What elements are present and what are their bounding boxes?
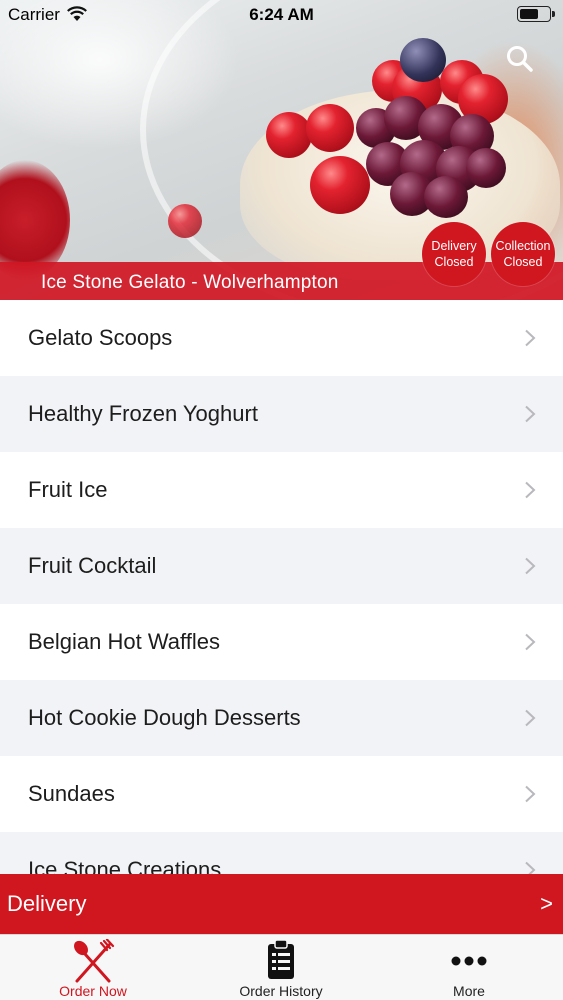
- chevron-right-icon: [525, 329, 536, 347]
- chevron-right-icon: [525, 557, 536, 575]
- tab-order-history[interactable]: Order History: [211, 935, 351, 1000]
- menu-item-label: Fruit Ice: [28, 477, 108, 502]
- menu-item-ice-stone-creations[interactable]: Ice Stone Creations: [0, 832, 563, 874]
- clipboard-list-icon: [268, 939, 294, 979]
- tab-order-now-label: Order Now: [59, 983, 127, 999]
- delivery-mode-bar[interactable]: Delivery >: [0, 874, 563, 934]
- store-name: Ice Stone Gelato - Wolverhampton: [41, 272, 339, 293]
- menu-item-label: Belgian Hot Waffles: [28, 629, 220, 654]
- menu-item-belgian-hot-waffles[interactable]: Belgian Hot Waffles: [0, 604, 563, 680]
- menu-item-label: Sundaes: [28, 781, 115, 806]
- menu-item-label: Fruit Cocktail: [28, 553, 157, 578]
- status-bar: Carrier 6:24 AM: [0, 0, 563, 30]
- delivery-badge-line2: Closed: [434, 255, 474, 269]
- delivery-badge-line1: Delivery: [431, 239, 477, 253]
- delivery-arrow: >: [540, 891, 553, 916]
- menu-item-label: Ice Stone Creations: [28, 857, 222, 874]
- tab-bar: Order Now Order History More: [0, 934, 563, 1000]
- delivery-mode-label: Delivery: [7, 891, 87, 916]
- tab-order-history-label: Order History: [239, 983, 323, 999]
- chevron-right-icon: [525, 405, 536, 423]
- tab-order-now[interactable]: Order Now: [23, 935, 163, 1000]
- fork-knife-icon: [74, 939, 115, 983]
- menu-item-healthy-frozen-yoghurt[interactable]: Healthy Frozen Yoghurt: [0, 376, 563, 452]
- chevron-right-icon: [525, 481, 536, 499]
- chevron-right-icon: [525, 633, 536, 651]
- status-time: 6:24 AM: [249, 5, 314, 24]
- collection-badge-line1: Collection: [495, 239, 551, 253]
- menu-item-fruit-ice[interactable]: Fruit Ice: [0, 452, 563, 528]
- chevron-right-icon: [525, 709, 536, 727]
- battery-icon: [517, 6, 555, 22]
- collection-badge-line2: Closed: [503, 255, 543, 269]
- menu-item-label: Hot Cookie Dough Desserts: [28, 705, 301, 730]
- tab-more-label: More: [453, 983, 485, 999]
- menu-item-gelato-scoops[interactable]: Gelato Scoops: [0, 300, 563, 376]
- delivery-status-badge: Delivery Closed: [422, 222, 486, 286]
- search-icon[interactable]: [505, 44, 535, 74]
- menu-item-label: Healthy Frozen Yoghurt: [28, 401, 258, 426]
- menu-item-hot-cookie-dough-desserts[interactable]: Hot Cookie Dough Desserts: [0, 680, 563, 756]
- menu-item-fruit-cocktail[interactable]: Fruit Cocktail: [0, 528, 563, 604]
- collection-status-badge: Collection Closed: [491, 222, 555, 286]
- chevron-right-icon: [525, 785, 536, 803]
- tab-more[interactable]: More: [399, 935, 539, 1000]
- more-dots-icon: [451, 956, 487, 966]
- menu-category-list[interactable]: Gelato Scoops Healthy Frozen Yoghurt Fru…: [0, 300, 563, 874]
- menu-item-sundaes[interactable]: Sundaes: [0, 756, 563, 832]
- chevron-right-icon: [525, 861, 536, 874]
- menu-item-label: Gelato Scoops: [28, 325, 173, 350]
